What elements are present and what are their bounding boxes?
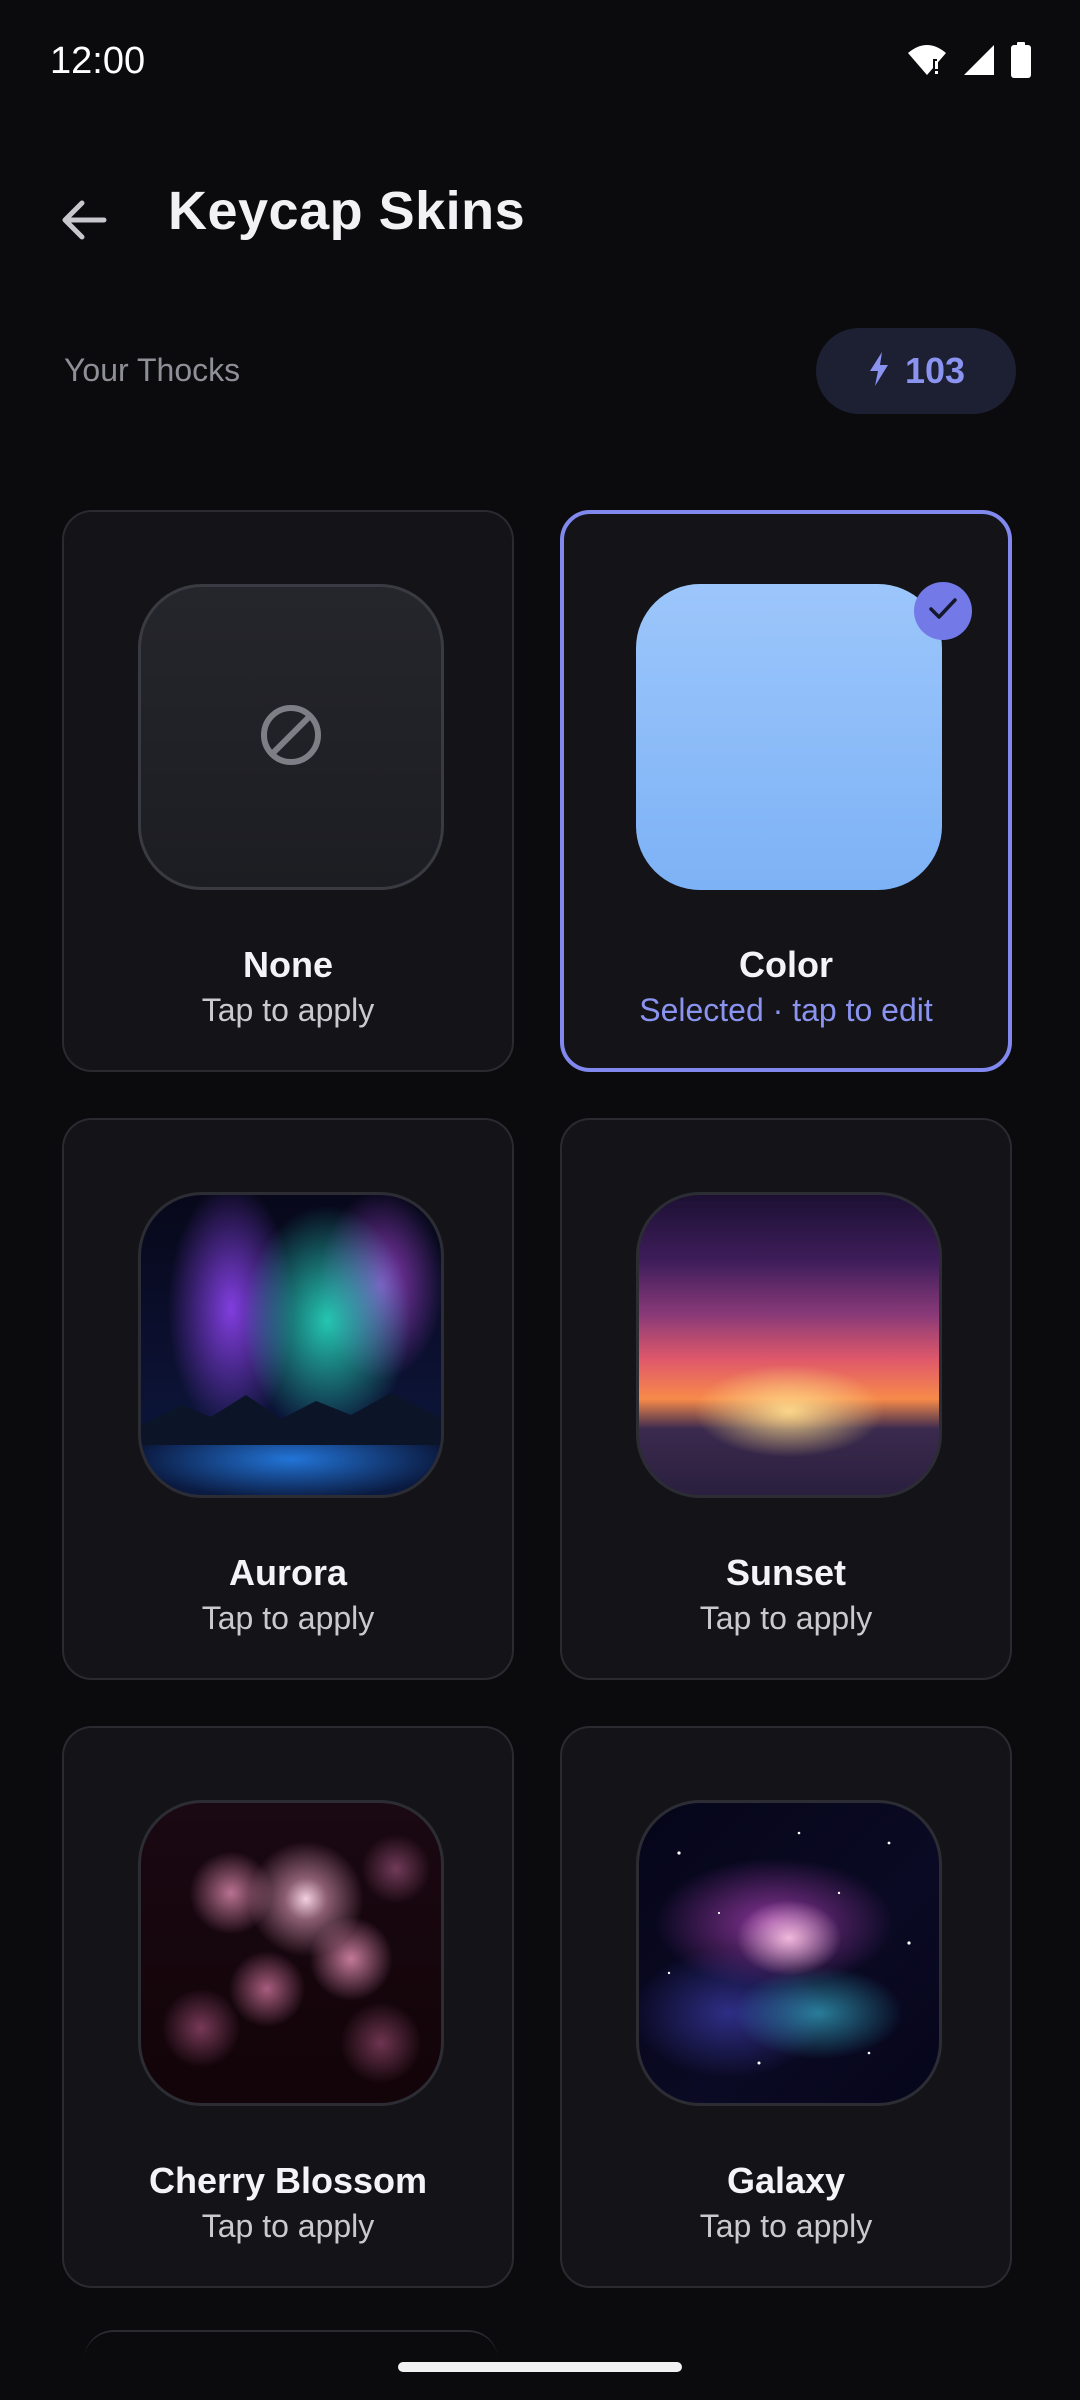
skin-card-cherry-blossom[interactable]: Cherry Blossom Tap to apply: [62, 1726, 514, 2288]
skin-status: Tap to apply: [699, 1600, 873, 1636]
skin-status: Tap to apply: [699, 2208, 873, 2244]
skin-status: Tap to apply: [201, 992, 375, 1028]
skin-status: Tap to apply: [201, 2208, 375, 2244]
status-time: 12:00: [50, 40, 146, 82]
thocks-balance-badge[interactable]: 103: [816, 328, 1016, 414]
skin-card-aurora[interactable]: Aurora Tap to apply: [62, 1118, 514, 1680]
skin-preview-sunset: [636, 1192, 942, 1498]
no-skin-icon: [258, 702, 324, 773]
back-button[interactable]: [44, 182, 124, 262]
check-icon: [928, 597, 958, 626]
skin-preview-galaxy: [636, 1800, 942, 2106]
skin-status: Selected · tap to edit: [639, 992, 933, 1028]
status-icons: [906, 42, 1032, 78]
skin-name: Color: [739, 944, 833, 985]
thocks-count: 103: [904, 350, 966, 391]
home-indicator[interactable]: [398, 2362, 682, 2372]
skin-name: None: [243, 944, 333, 985]
skin-name: Sunset: [725, 1552, 847, 1593]
skin-card-sunset[interactable]: Sunset Tap to apply: [560, 1118, 1012, 1680]
thocks-label: Your Thocks: [64, 352, 241, 388]
skin-preview-none: [138, 584, 444, 890]
skin-preview-cherry-blossom: [138, 1800, 444, 2106]
skin-name: Aurora: [228, 1552, 348, 1593]
skin-name: Galaxy: [726, 2160, 846, 2201]
wifi-icon: [906, 43, 948, 77]
skin-card-none[interactable]: None Tap to apply: [62, 510, 514, 1072]
signal-icon: [962, 43, 996, 77]
skin-status: Tap to apply: [201, 1600, 375, 1636]
battery-icon: [1010, 42, 1032, 78]
app-bar: Keycap Skins: [0, 160, 1080, 270]
selected-check-badge: [914, 582, 972, 640]
page-title: Keycap Skins: [168, 181, 526, 241]
skin-preview-aurora: [138, 1192, 444, 1498]
status-bar: 12:00: [0, 0, 1080, 130]
back-arrow-icon: [60, 198, 108, 247]
skin-card-galaxy[interactable]: Galaxy Tap to apply: [560, 1726, 1012, 2288]
bolt-icon: [867, 351, 891, 392]
skin-preview-color: [636, 582, 972, 890]
skin-card-color[interactable]: Color Selected · tap to edit: [560, 510, 1012, 1072]
skin-name: Cherry Blossom: [148, 2160, 428, 2201]
